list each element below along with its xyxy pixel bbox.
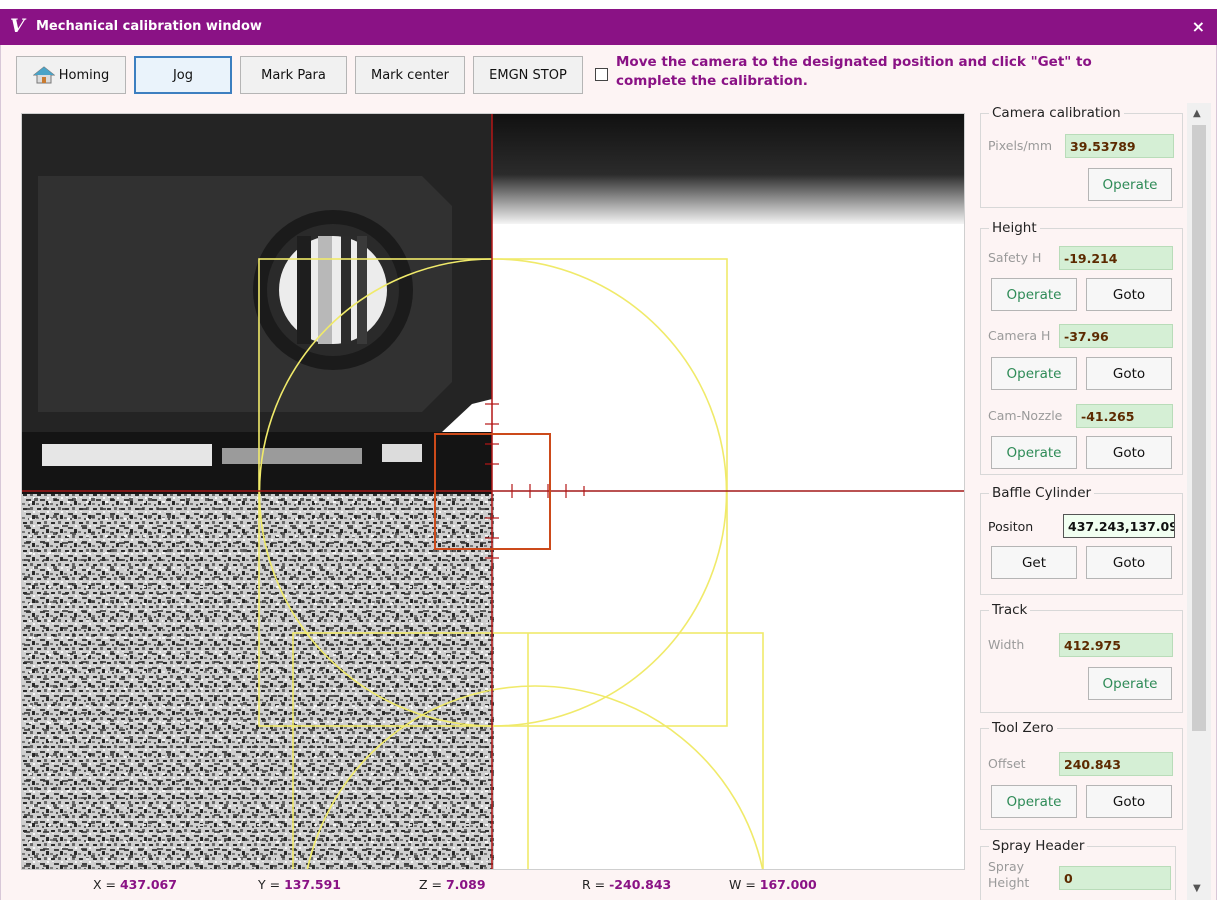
mark-center-label: Mark center bbox=[370, 67, 449, 83]
camera-calibration-title: Camera calibration bbox=[989, 105, 1124, 121]
baffle-cylinder-group: Baffle Cylinder Positon 437.243,137.096 … bbox=[980, 485, 1183, 595]
position-label: Positon bbox=[988, 519, 1034, 534]
z-coordinate: Z = 7.089 bbox=[419, 877, 486, 892]
camera-operate-button[interactable]: Operate bbox=[1088, 168, 1172, 201]
scrollbar-thumb[interactable] bbox=[1192, 125, 1206, 731]
tool-zero-operate-button[interactable]: Operate bbox=[991, 785, 1077, 818]
emgn-stop-button[interactable]: EMGN STOP bbox=[473, 56, 583, 94]
spray-height-value[interactable]: 0 bbox=[1059, 866, 1171, 890]
offset-label: Offset bbox=[988, 756, 1026, 771]
camera-h-operate-button[interactable]: Operate bbox=[991, 357, 1077, 390]
offset-value[interactable]: 240.843 bbox=[1059, 752, 1173, 776]
safety-h-label: Safety H bbox=[988, 250, 1042, 265]
safety-h-operate-button[interactable]: Operate bbox=[991, 278, 1077, 311]
cam-nozzle-label: Cam-Nozzle bbox=[988, 408, 1063, 423]
mark-center-button[interactable]: Mark center bbox=[355, 56, 465, 94]
camera-h-value[interactable]: -37.96 bbox=[1059, 324, 1173, 348]
camera-h-goto-button[interactable]: Goto bbox=[1086, 357, 1172, 390]
mark-para-label: Mark Para bbox=[261, 67, 326, 83]
jog-button[interactable]: Jog bbox=[134, 56, 232, 94]
track-title: Track bbox=[989, 602, 1031, 618]
camera-image bbox=[22, 114, 964, 869]
baffle-cylinder-title: Baffle Cylinder bbox=[989, 485, 1095, 501]
tool-zero-title: Tool Zero bbox=[989, 720, 1057, 736]
cam-nozzle-value[interactable]: -41.265 bbox=[1076, 404, 1173, 428]
coordinate-status-bar: X = 437.067 Y = 137.591 Z = 7.089 R = -2… bbox=[21, 871, 965, 897]
r-coordinate: R = -240.843 bbox=[582, 877, 672, 892]
close-icon[interactable]: × bbox=[1192, 17, 1205, 36]
emgn-stop-label: EMGN STOP bbox=[489, 67, 567, 83]
cam-nozzle-goto-button[interactable]: Goto bbox=[1086, 436, 1172, 469]
baffle-goto-button[interactable]: Goto bbox=[1086, 546, 1172, 579]
spray-header-title: Spray Header bbox=[989, 838, 1088, 854]
track-width-value[interactable]: 412.975 bbox=[1059, 633, 1173, 657]
safety-h-goto-button[interactable]: Goto bbox=[1086, 278, 1172, 311]
app-logo: V bbox=[10, 15, 25, 37]
screen-top-edge bbox=[0, 0, 1217, 9]
camera-h-label: Camera H bbox=[988, 328, 1051, 343]
cam-nozzle-operate-button[interactable]: Operate bbox=[991, 436, 1077, 469]
spray-header-group: Spray Header Spray Height 0 bbox=[980, 838, 1176, 900]
tool-zero-group: Tool Zero Offset 240.843 Operate Goto bbox=[980, 720, 1183, 830]
homing-button[interactable]: Homing bbox=[16, 56, 126, 94]
height-title: Height bbox=[989, 220, 1040, 236]
w-coordinate: W = 167.000 bbox=[729, 877, 817, 892]
home-icon bbox=[32, 66, 55, 84]
panel-scrollbar[interactable]: ▲ ▼ bbox=[1187, 103, 1211, 900]
pixels-per-mm-label: Pixels/mm bbox=[988, 138, 1052, 153]
y-coordinate: Y = 137.591 bbox=[258, 877, 341, 892]
camera-calibration-group: Camera calibration Pixels/mm 39.53789 Op… bbox=[980, 105, 1183, 208]
window-title: Mechanical calibration window bbox=[36, 19, 262, 34]
track-group: Track Width 412.975 Operate bbox=[980, 602, 1183, 713]
safety-h-value[interactable]: -19.214 bbox=[1059, 246, 1173, 270]
mark-para-button[interactable]: Mark Para bbox=[240, 56, 347, 94]
jog-label: Jog bbox=[172, 67, 194, 83]
calibration-hint: Move the camera to the designated positi… bbox=[616, 54, 1092, 89]
calibration-window: Homing Jog Mark Para Mark center EMGN ST… bbox=[0, 45, 1217, 900]
height-group: Height Safety H -19.214 Operate Goto Cam… bbox=[980, 220, 1183, 475]
spray-height-label: Spray Height bbox=[988, 859, 1030, 890]
x-coordinate: X = 437.067 bbox=[93, 877, 177, 892]
scroll-up-icon[interactable]: ▲ bbox=[1193, 108, 1201, 119]
scroll-down-icon[interactable]: ▼ bbox=[1193, 883, 1201, 894]
position-value[interactable]: 437.243,137.096 bbox=[1063, 514, 1175, 538]
pixels-per-mm-value[interactable]: 39.53789 bbox=[1065, 134, 1174, 158]
baffle-get-button[interactable]: Get bbox=[991, 546, 1077, 579]
confirm-checkbox[interactable] bbox=[595, 68, 608, 81]
track-width-label: Width bbox=[988, 637, 1025, 652]
camera-view[interactable] bbox=[21, 113, 965, 870]
settings-panel: Camera calibration Pixels/mm 39.53789 Op… bbox=[973, 103, 1186, 900]
homing-label: Homing bbox=[58, 67, 110, 83]
title-bar: V Mechanical calibration window × bbox=[0, 9, 1217, 45]
track-operate-button[interactable]: Operate bbox=[1088, 667, 1172, 700]
tool-zero-goto-button[interactable]: Goto bbox=[1086, 785, 1172, 818]
